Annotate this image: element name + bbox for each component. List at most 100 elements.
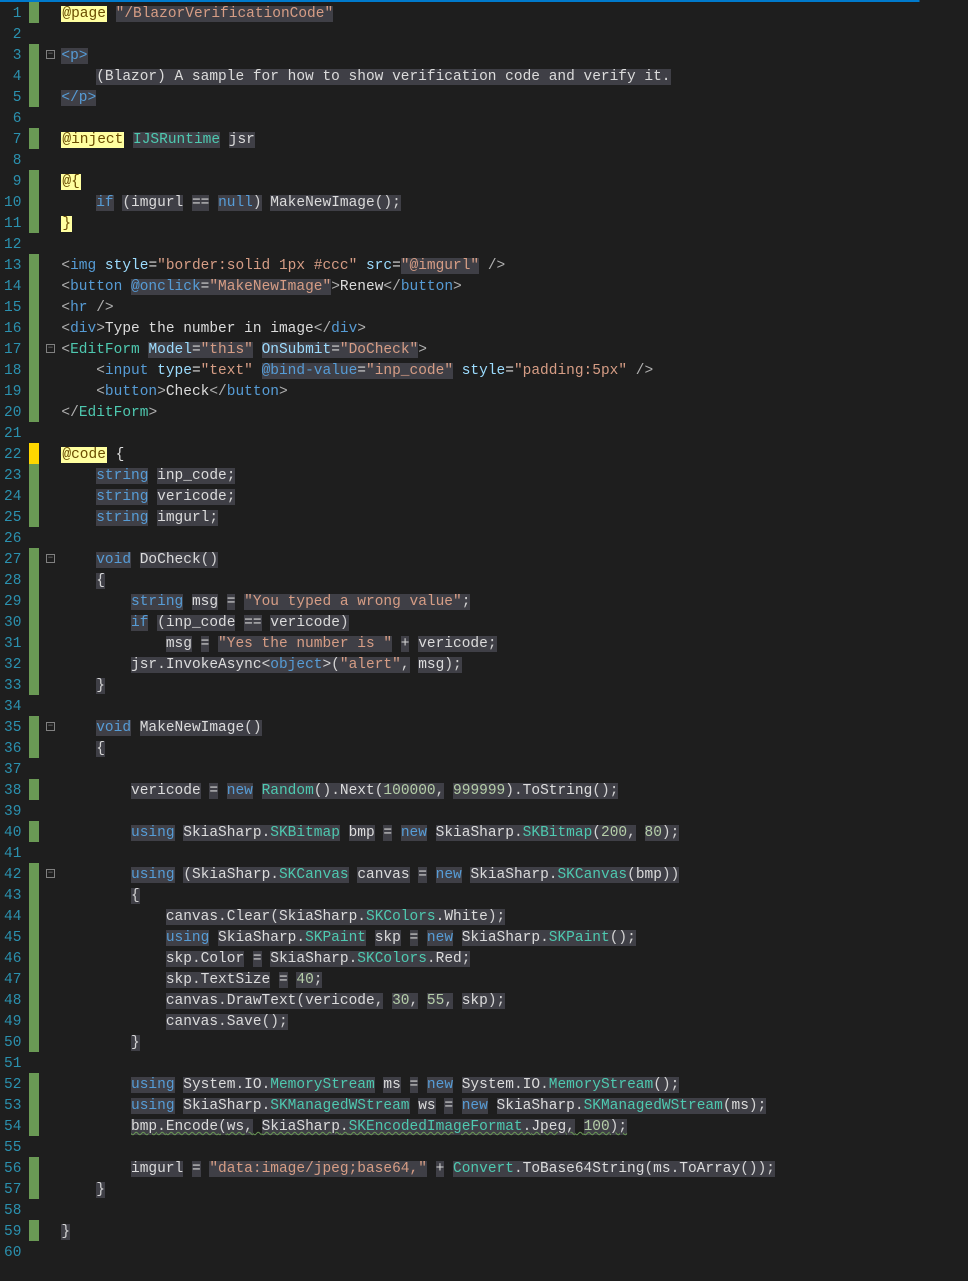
code-line[interactable]: @{ xyxy=(57,172,968,193)
fold-row[interactable] xyxy=(43,191,57,212)
code-line[interactable] xyxy=(57,697,968,718)
code-line[interactable]: } xyxy=(57,1222,968,1243)
code-line[interactable]: using (SkiaSharp.SKCanvas canvas = new S… xyxy=(57,865,968,886)
fold-row[interactable] xyxy=(43,842,57,863)
code-line[interactable] xyxy=(57,235,968,256)
fold-row[interactable] xyxy=(43,800,57,821)
code-line[interactable]: if (inp_code == vericode) xyxy=(57,613,968,634)
code-line[interactable] xyxy=(57,802,968,823)
fold-row[interactable] xyxy=(43,2,57,23)
fold-row[interactable]: − xyxy=(43,548,57,569)
fold-row[interactable] xyxy=(43,632,57,653)
code-line[interactable]: <button>Check</button> xyxy=(57,382,968,403)
fold-row[interactable] xyxy=(43,905,57,926)
fold-row[interactable]: − xyxy=(43,863,57,884)
code-line[interactable] xyxy=(57,109,968,130)
fold-row[interactable] xyxy=(43,737,57,758)
code-line[interactable]: skp.TextSize = 40; xyxy=(57,970,968,991)
code-line[interactable]: } xyxy=(57,1033,968,1054)
code-line[interactable] xyxy=(57,424,968,445)
code-line[interactable]: <button @onclick="MakeNewImage">Renew</b… xyxy=(57,277,968,298)
fold-row[interactable] xyxy=(43,989,57,1010)
fold-row[interactable]: − xyxy=(43,338,57,359)
code-line[interactable]: imgurl = "data:image/jpeg;base64," + Con… xyxy=(57,1159,968,1180)
fold-row[interactable] xyxy=(43,107,57,128)
code-line[interactable] xyxy=(57,1243,968,1264)
fold-row[interactable] xyxy=(43,233,57,254)
fold-row[interactable] xyxy=(43,1052,57,1073)
fold-row[interactable] xyxy=(43,464,57,485)
fold-row[interactable] xyxy=(43,569,57,590)
code-line[interactable]: canvas.DrawText(vericode, 30, 55, skp); xyxy=(57,991,968,1012)
fold-row[interactable] xyxy=(43,611,57,632)
code-line[interactable]: </p> xyxy=(57,88,968,109)
code-line[interactable]: <div>Type the number in image</div> xyxy=(57,319,968,340)
fold-row[interactable] xyxy=(43,1136,57,1157)
code-line[interactable]: { xyxy=(57,739,968,760)
code-line[interactable]: <input type="text" @bind-value="inp_code… xyxy=(57,361,968,382)
fold-toggle-icon[interactable]: − xyxy=(46,50,55,59)
code-line[interactable]: skp.Color = SkiaSharp.SKColors.Red; xyxy=(57,949,968,970)
code-line[interactable]: <img style="border:solid 1px #ccc" src="… xyxy=(57,256,968,277)
code-line[interactable]: canvas.Save(); xyxy=(57,1012,968,1033)
fold-row[interactable] xyxy=(43,212,57,233)
code-line[interactable]: bmp.Encode(ws, SkiaSharp.SKEncodedImageF… xyxy=(57,1117,968,1138)
code-content[interactable]: @page "/BlazorVerificationCode" <<p>p> (… xyxy=(57,2,968,1266)
code-line[interactable]: @code { xyxy=(57,445,968,466)
code-line[interactable]: string inp_code; xyxy=(57,466,968,487)
fold-toggle-icon[interactable]: − xyxy=(46,554,55,563)
fold-row[interactable] xyxy=(43,674,57,695)
code-line[interactable]: </EditForm> xyxy=(57,403,968,424)
fold-row[interactable] xyxy=(43,401,57,422)
fold-row[interactable] xyxy=(43,884,57,905)
fold-row[interactable] xyxy=(43,1241,57,1262)
fold-row[interactable] xyxy=(43,779,57,800)
code-line[interactable]: vericode = new Random().Next(100000, 999… xyxy=(57,781,968,802)
fold-row[interactable] xyxy=(43,170,57,191)
code-line[interactable]: void MakeNewImage() xyxy=(57,718,968,739)
fold-row[interactable] xyxy=(43,821,57,842)
code-line[interactable]: if (imgurl == null) MakeNewImage(); xyxy=(57,193,968,214)
code-line[interactable]: @inject IJSRuntime jsr xyxy=(57,130,968,151)
code-line[interactable]: } xyxy=(57,676,968,697)
code-line[interactable]: { xyxy=(57,571,968,592)
fold-row[interactable] xyxy=(43,254,57,275)
fold-toggle-icon[interactable]: − xyxy=(46,344,55,353)
code-line[interactable]: <EditForm Model="this" OnSubmit="DoCheck… xyxy=(57,340,968,361)
code-line[interactable]: canvas.Clear(SkiaSharp.SKColors.White); xyxy=(57,907,968,928)
code-line[interactable]: @page "/BlazorVerificationCode" xyxy=(57,4,968,25)
code-line[interactable]: <hr /> xyxy=(57,298,968,319)
fold-column[interactable]: −−−−− xyxy=(43,2,57,1266)
code-line[interactable]: jsr.InvokeAsync<object>("alert", msg); xyxy=(57,655,968,676)
fold-row[interactable] xyxy=(43,443,57,464)
code-line[interactable]: { xyxy=(57,886,968,907)
code-line[interactable]: using SkiaSharp.SKPaint skp = new SkiaSh… xyxy=(57,928,968,949)
code-line[interactable] xyxy=(57,529,968,550)
code-line[interactable]: (Blazor) A sample for how to show verifi… xyxy=(57,67,968,88)
fold-row[interactable] xyxy=(43,422,57,443)
fold-row[interactable] xyxy=(43,1115,57,1136)
fold-row[interactable] xyxy=(43,1073,57,1094)
code-line[interactable] xyxy=(57,844,968,865)
fold-row[interactable] xyxy=(43,128,57,149)
code-line[interactable]: string msg = "You typed a wrong value"; xyxy=(57,592,968,613)
fold-row[interactable] xyxy=(43,1199,57,1220)
fold-row[interactable] xyxy=(43,758,57,779)
code-line[interactable] xyxy=(57,25,968,46)
code-editor[interactable]: 1234567891011121314151617181920212223242… xyxy=(0,2,968,1266)
fold-row[interactable] xyxy=(43,296,57,317)
code-line[interactable]: <<p>p> xyxy=(57,46,968,67)
fold-row[interactable] xyxy=(43,65,57,86)
fold-row[interactable] xyxy=(43,506,57,527)
fold-row[interactable] xyxy=(43,86,57,107)
fold-row[interactable] xyxy=(43,485,57,506)
code-line[interactable]: using SkiaSharp.SKManagedWStream ws = ne… xyxy=(57,1096,968,1117)
fold-row[interactable] xyxy=(43,359,57,380)
fold-row[interactable] xyxy=(43,275,57,296)
fold-row[interactable] xyxy=(43,149,57,170)
code-line[interactable] xyxy=(57,1054,968,1075)
fold-row[interactable] xyxy=(43,1157,57,1178)
code-line[interactable] xyxy=(57,151,968,172)
fold-row[interactable] xyxy=(43,695,57,716)
code-line[interactable] xyxy=(57,1201,968,1222)
